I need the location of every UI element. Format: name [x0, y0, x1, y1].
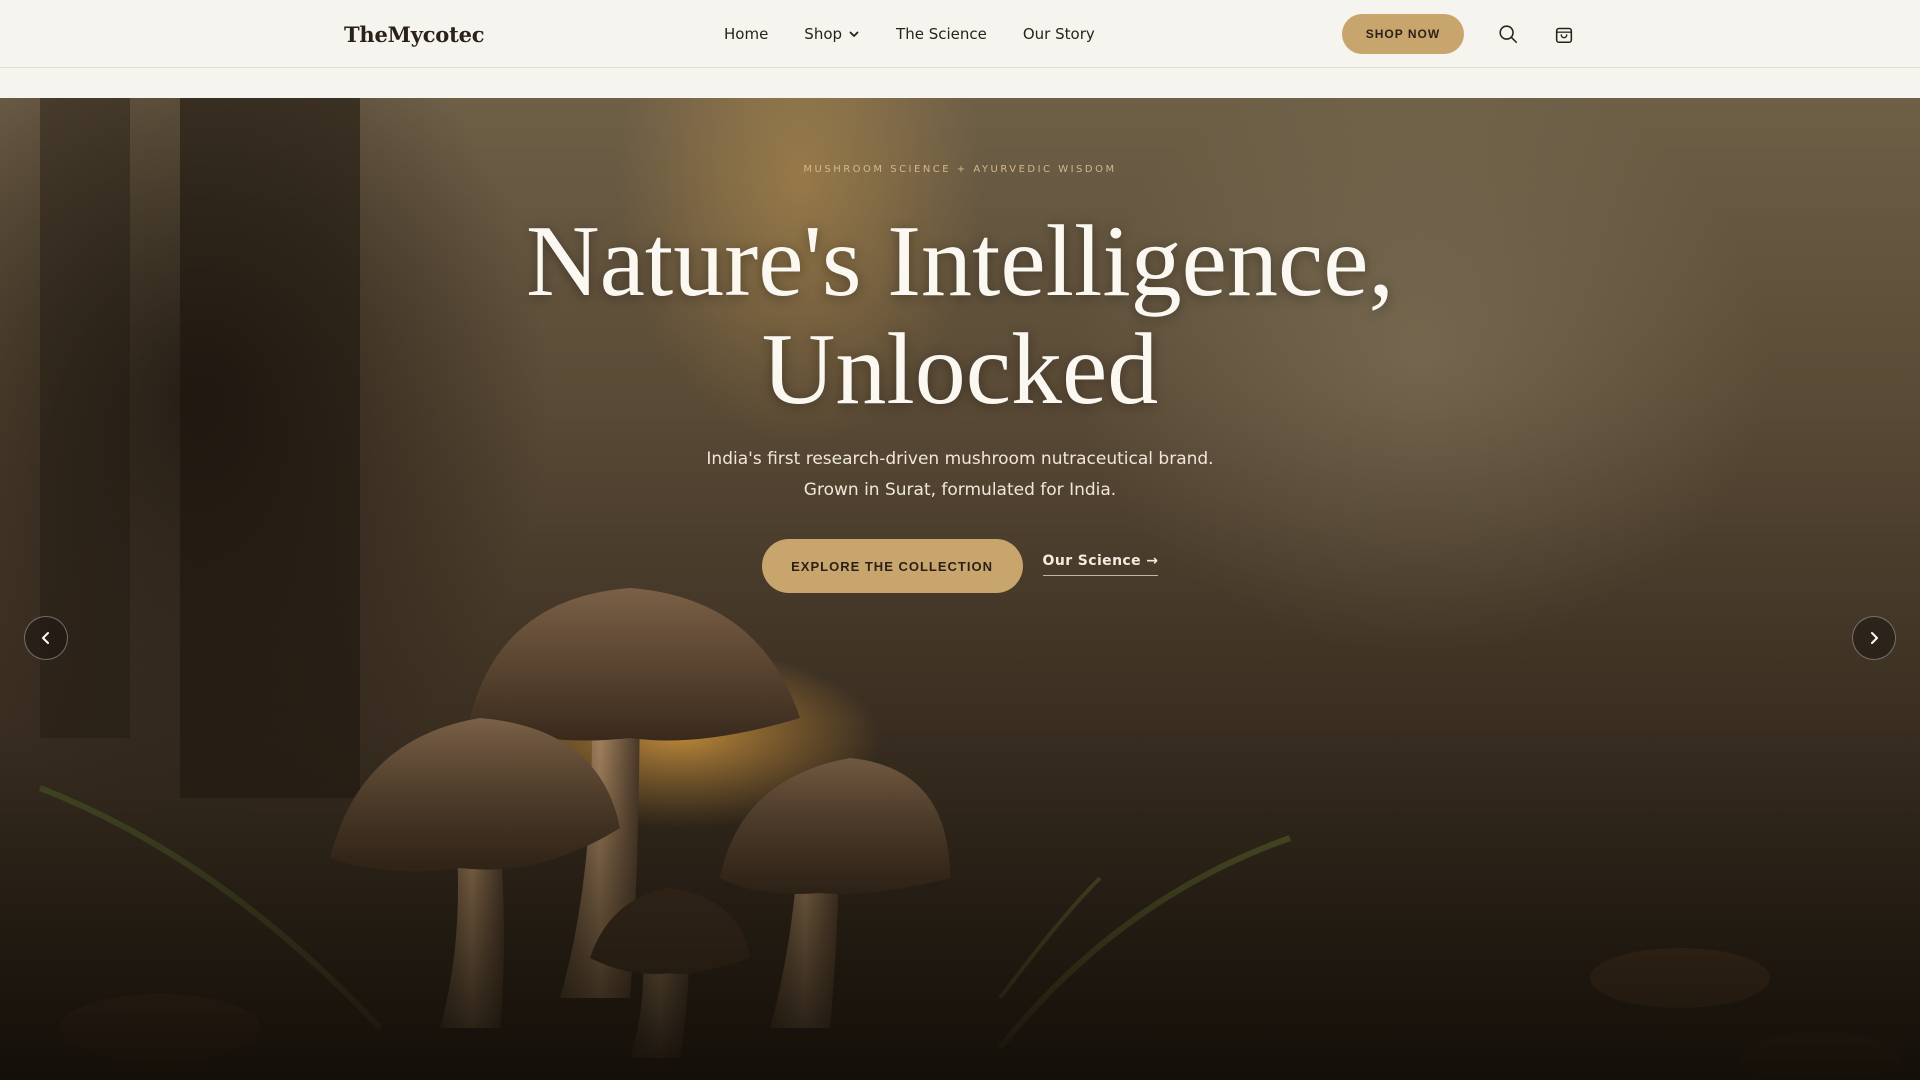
nav-our-story[interactable]: Our Story	[1023, 25, 1095, 43]
hero-section: MUSHROOM SCIENCE + AYURVEDIC WISDOM Natu…	[0, 98, 1920, 1080]
chevron-left-icon	[42, 632, 49, 644]
cart-button[interactable]	[1552, 22, 1576, 46]
search-icon	[1499, 25, 1518, 44]
main-nav: Home Shop The Science Our Story	[724, 25, 1095, 43]
hero-title: Nature's Intelligence, Unlocked	[0, 208, 1920, 424]
carousel-next-button[interactable]	[1852, 616, 1896, 660]
shopping-bag-icon	[1555, 27, 1573, 44]
hero-cta-group: EXPLORE THE COLLECTION Our Science →	[0, 539, 1920, 593]
hero-eyebrow: MUSHROOM SCIENCE + AYURVEDIC WISDOM	[803, 164, 1117, 175]
nav-shop-label: Shop	[804, 25, 843, 43]
shop-now-button[interactable]: SHOP NOW	[1342, 14, 1464, 54]
hero-title-line-1: Nature's Intelligence,	[526, 205, 1394, 318]
hero-title-line-2: Unlocked	[761, 313, 1159, 426]
chevron-down-icon	[849, 31, 859, 37]
nav-the-science[interactable]: The Science	[896, 25, 987, 43]
carousel-prev-button[interactable]	[24, 616, 68, 660]
brand-logo[interactable]: TheMycotec	[344, 22, 724, 47]
nav-shop[interactable]: Shop	[804, 25, 860, 43]
site-header: TheMycotec Home Shop The Science Our Sto…	[0, 0, 1920, 68]
header-spacer	[0, 69, 1920, 98]
header-inner: TheMycotec Home Shop The Science Our Sto…	[344, 0, 1576, 68]
search-button[interactable]	[1496, 22, 1520, 46]
nav-home[interactable]: Home	[724, 25, 768, 43]
chevron-right-icon	[1871, 632, 1878, 644]
header-actions: SHOP NOW	[1342, 14, 1576, 54]
hero-subtitle: India's first research-driven mushroom n…	[0, 444, 1920, 506]
hero-subtitle-line-1: India's first research-driven mushroom n…	[706, 449, 1214, 469]
explore-collection-button[interactable]: EXPLORE THE COLLECTION	[761, 539, 1023, 593]
hero-subtitle-line-2: Grown in Surat, formulated for India.	[803, 480, 1117, 500]
nav-the-science-label: The Science	[896, 25, 987, 43]
our-science-link[interactable]: Our Science →	[1042, 553, 1159, 576]
nav-our-story-label: Our Story	[1022, 25, 1095, 43]
nav-home-label: Home	[724, 25, 769, 43]
